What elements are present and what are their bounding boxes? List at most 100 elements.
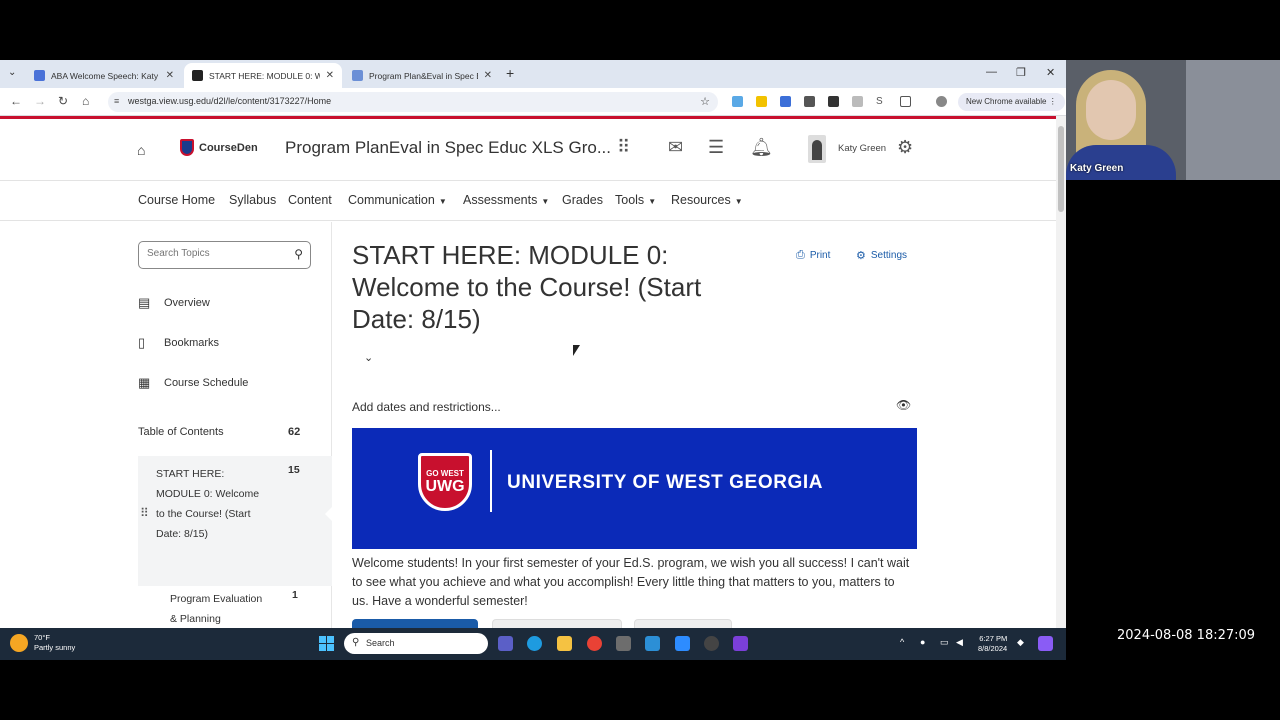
tab-search-chevron-icon[interactable]: ⌄ xyxy=(8,67,16,78)
bookmark-star-icon[interactable]: ☆ xyxy=(700,95,710,108)
tab-program-plan[interactable]: Program Plan&Eval in Spec Ed: ✕ xyxy=(344,63,500,88)
submodule-count: 1 xyxy=(292,589,298,601)
new-chrome-available-button[interactable]: New Chrome available ⋮ xyxy=(958,93,1065,111)
profile-avatar-icon[interactable] xyxy=(936,96,947,107)
primary-button-partial[interactable] xyxy=(352,619,478,628)
add-dates-restrictions-link[interactable]: Add dates and restrictions... xyxy=(352,400,501,414)
sidebar-module-start-here[interactable]: ⠿ START HERE: MODULE 0: Welcome to the C… xyxy=(138,456,333,586)
course-selector-grid-icon[interactable]: ⠿ xyxy=(617,137,630,158)
media-player-icon[interactable] xyxy=(704,636,719,651)
back-arrow-icon[interactable]: ← xyxy=(10,94,22,108)
nav-grades[interactable]: Grades xyxy=(562,193,603,207)
toc-count: 62 xyxy=(288,426,301,438)
home-icon[interactable]: ⌂ xyxy=(82,94,89,108)
screen: ⌄ ABA Welcome Speech: Katy Gre ✕ START H… xyxy=(0,0,1280,720)
course-title[interactable]: Program PlanEval in Spec Educ XLS Gro... xyxy=(285,138,611,158)
more-menu-icon: ⋮ xyxy=(1048,97,1057,106)
new-tab-plus-icon[interactable]: + xyxy=(506,65,514,81)
chevron-down-icon[interactable]: ⌄ xyxy=(364,351,373,364)
username[interactable]: Katy Green xyxy=(838,143,886,154)
teams-icon[interactable] xyxy=(498,636,513,651)
search-icon[interactable]: ⚲ xyxy=(294,247,303,261)
extensions-puzzle-icon[interactable] xyxy=(900,96,911,107)
nav-syllabus[interactable]: Syllabus xyxy=(229,193,276,207)
mail-icon[interactable]: ✉ xyxy=(668,137,683,158)
print-button[interactable]: ⎙ Print xyxy=(796,249,830,262)
page-scrollbar[interactable] xyxy=(1056,116,1066,628)
visibility-eye-icon[interactable]: 👁︎ xyxy=(896,398,911,412)
chevron-down-icon: ▼ xyxy=(438,197,447,206)
zoom-icon[interactable] xyxy=(675,636,690,651)
d2l-page: ⌂ CourseDen Program PlanEval in Spec Edu… xyxy=(0,116,1056,628)
avatar[interactable] xyxy=(808,135,826,163)
nav-communication[interactable]: Communication ▼ xyxy=(348,193,447,207)
browser-window: ⌄ ABA Welcome Speech: Katy Gre ✕ START H… xyxy=(0,60,1066,628)
network-icon[interactable]: ▭ xyxy=(940,637,949,648)
chevron-down-icon: ▼ xyxy=(541,197,550,206)
chevron-down-icon: ▼ xyxy=(648,197,657,206)
nav-tools[interactable]: Tools ▼ xyxy=(615,193,656,207)
sidebar-item-overview[interactable]: ▤ Overview xyxy=(138,295,210,311)
taskbar-search[interactable]: ⚲ Search xyxy=(344,633,488,654)
tab-start-here[interactable]: START HERE: MODULE 0: Welc ✕ xyxy=(184,63,342,88)
sidebar-submodule[interactable]: Program Evaluation & Planning xyxy=(170,589,270,628)
restore-icon[interactable]: ❐ xyxy=(1016,66,1026,79)
nav-content[interactable]: Content xyxy=(288,193,332,207)
extension-cap-icon[interactable] xyxy=(780,96,791,107)
tray-chevron-up-icon[interactable]: ^ xyxy=(900,637,904,647)
extension-screen-icon[interactable] xyxy=(804,96,815,107)
close-icon[interactable]: ✕ xyxy=(484,70,492,81)
extension-cloud-icon[interactable] xyxy=(732,96,743,107)
drag-handle-icon[interactable]: ⠿ xyxy=(140,506,149,520)
scrollbar-thumb[interactable] xyxy=(1058,126,1064,212)
courseden-logo[interactable]: CourseDen xyxy=(180,139,258,156)
nav-resources[interactable]: Resources ▼ xyxy=(671,193,743,207)
taskbar-clock[interactable]: 6:27 PM 8/8/2024 xyxy=(978,634,1007,654)
settings-button[interactable]: ⚙ Settings xyxy=(856,249,907,262)
page-title: START HERE: MODULE 0: Welcome to the Cou… xyxy=(352,240,702,334)
calculator-icon[interactable] xyxy=(616,636,631,651)
edge-icon[interactable] xyxy=(527,636,542,651)
calendar-icon: ▦ xyxy=(138,375,151,390)
reload-icon[interactable]: ↻ xyxy=(58,94,68,108)
extension-note-icon[interactable] xyxy=(756,96,767,107)
webcam-overlay: Katy Green xyxy=(1066,60,1280,180)
clipchamp-icon[interactable] xyxy=(733,636,748,651)
forward-arrow-icon[interactable]: → xyxy=(34,94,46,108)
windows-start-icon[interactable] xyxy=(319,636,334,651)
notification-bell-icon[interactable]: 🔔︎ xyxy=(750,137,773,158)
webcam-name-label: Katy Green xyxy=(1070,163,1124,174)
secondary-button-partial[interactable] xyxy=(492,619,622,628)
volume-icon[interactable]: ◀ xyxy=(956,637,963,648)
minimize-icon[interactable]: — xyxy=(986,66,997,78)
window-close-icon[interactable]: ✕ xyxy=(1046,66,1055,79)
sidebar-item-bookmarks[interactable]: ▯ Bookmarks xyxy=(138,335,219,351)
tertiary-button-partial[interactable] xyxy=(634,619,732,628)
weather-sun-icon xyxy=(10,634,28,652)
site-info-icon[interactable]: ≡ xyxy=(114,96,119,106)
extension-box-icon[interactable] xyxy=(828,96,839,107)
toc-label[interactable]: Table of Contents xyxy=(138,426,224,438)
search-topics-field[interactable]: ⚲ xyxy=(138,241,311,269)
close-icon[interactable]: ✕ xyxy=(166,70,174,81)
nav-assessments[interactable]: Assessments ▼ xyxy=(463,193,549,207)
extension-s-icon[interactable]: S xyxy=(876,96,887,107)
close-icon[interactable]: ✕ xyxy=(326,70,334,81)
microphone-icon[interactable]: ● xyxy=(920,637,925,647)
weather-widget[interactable]: 70°F Partly sunny xyxy=(10,633,75,653)
chat-icon[interactable]: ☰ xyxy=(708,137,724,158)
nav-course-home[interactable]: Course Home xyxy=(138,193,215,207)
chrome-icon[interactable] xyxy=(587,636,602,651)
notification-icon[interactable]: ◆ xyxy=(1017,637,1024,648)
extension-gray-icon[interactable] xyxy=(852,96,863,107)
home-icon[interactable]: ⌂ xyxy=(137,142,145,158)
gear-icon[interactable]: ⚙ xyxy=(897,137,913,158)
address-bar[interactable]: ≡ westga.view.usg.edu/d2l/le/content/317… xyxy=(108,92,718,112)
file-explorer-icon[interactable] xyxy=(557,636,572,651)
copilot-icon[interactable] xyxy=(1038,636,1053,651)
browser-toolbar: ← → ↻ ⌂ ≡ westga.view.usg.edu/d2l/le/con… xyxy=(0,88,1066,116)
sidebar-item-course-schedule[interactable]: ▦ Course Schedule xyxy=(138,375,248,391)
store-icon[interactable] xyxy=(645,636,660,651)
search-input[interactable] xyxy=(147,248,287,259)
tab-aba-welcome[interactable]: ABA Welcome Speech: Katy Gre ✕ xyxy=(26,63,182,88)
